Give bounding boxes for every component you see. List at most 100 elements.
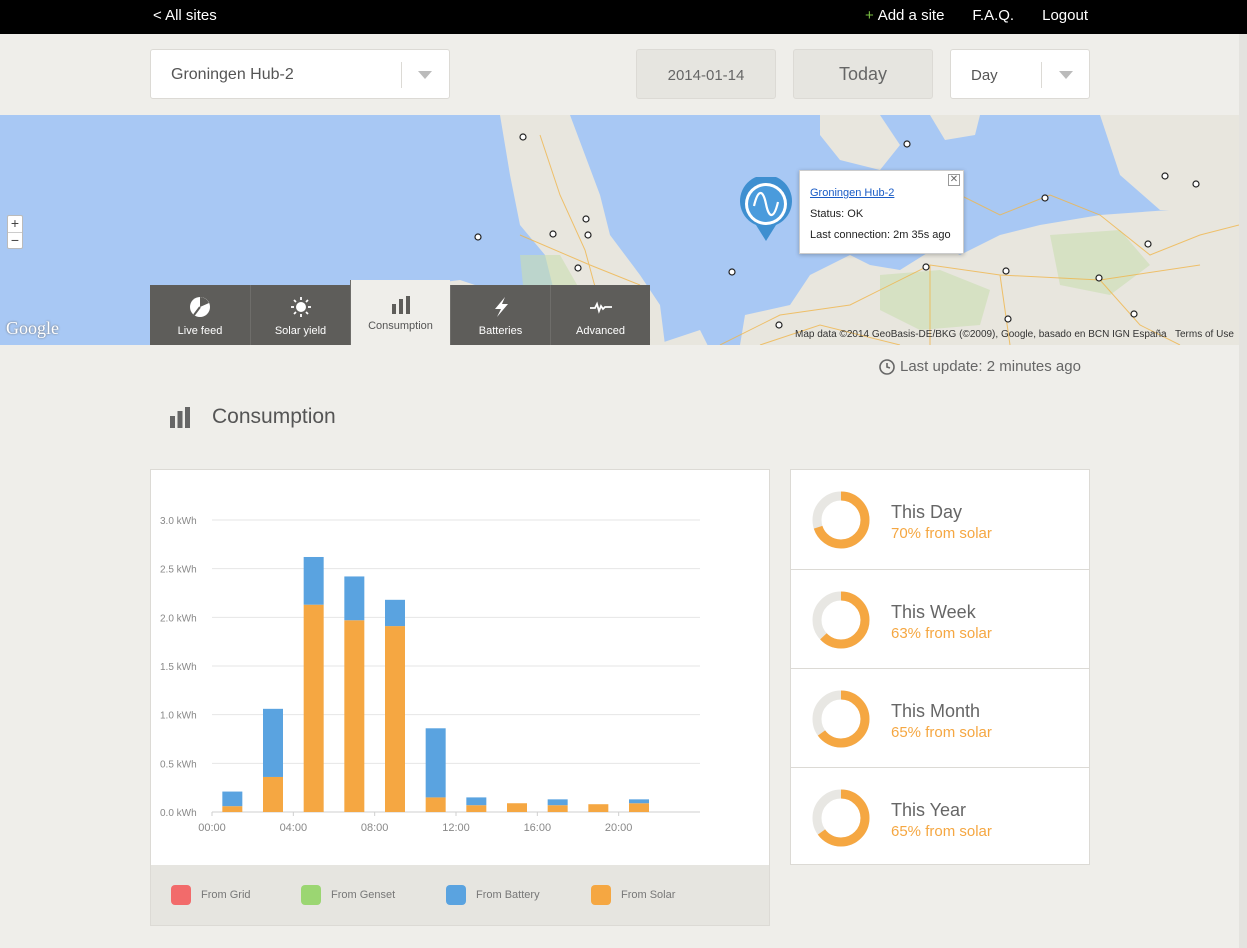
page-scrollbar[interactable] bbox=[1239, 34, 1247, 948]
stat-row: This Week 63% from solar bbox=[791, 569, 1089, 668]
popup-status: Status: OK bbox=[810, 208, 864, 220]
solar-share-stats: This Day 70% from solar This Week 63% from … bbox=[790, 469, 1090, 865]
clock-icon bbox=[879, 358, 895, 375]
stat-period: This Week bbox=[891, 602, 976, 622]
legend-swatch bbox=[591, 885, 611, 905]
stat-row: This Month 65% from solar bbox=[791, 668, 1089, 767]
close-icon[interactable]: ✕ bbox=[948, 174, 960, 186]
legend-item-solar[interactable]: From Solar bbox=[591, 885, 675, 905]
date-value: 2014-01-14 bbox=[667, 67, 745, 84]
bar-from-solar bbox=[263, 776, 283, 812]
plus-icon: + bbox=[864, 7, 874, 24]
donut-chart-icon bbox=[812, 491, 870, 549]
divider bbox=[1041, 62, 1042, 88]
faq-link[interactable]: F.A.Q. bbox=[972, 7, 1014, 24]
logout-link[interactable]: Logout bbox=[1042, 7, 1088, 24]
terms-of-use-link[interactable]: Terms of Use bbox=[1175, 329, 1234, 340]
stat-solar-share: 65% from solar bbox=[891, 823, 992, 840]
last-update-text: Last update: 2 minutes ago bbox=[900, 358, 1081, 375]
y-tick-label: 3.0 kWh bbox=[160, 516, 197, 527]
zoom-in-button[interactable]: + bbox=[8, 216, 22, 232]
tab-label: Live feed bbox=[177, 325, 223, 337]
bar-from-battery bbox=[344, 576, 365, 621]
bar-from-solar bbox=[344, 620, 365, 812]
chevron-down-icon[interactable] bbox=[418, 71, 432, 79]
period-select[interactable]: Day bbox=[950, 49, 1090, 99]
add-site-link[interactable]: + Add a site bbox=[865, 7, 944, 24]
legend-item-grid[interactable]: From Grid bbox=[171, 885, 251, 905]
x-tick-label: 00:00 bbox=[198, 822, 226, 834]
bar-from-battery bbox=[547, 799, 568, 806]
stat-row: This Day 70% from solar bbox=[791, 470, 1089, 569]
bar-from-solar bbox=[222, 806, 243, 812]
tab-solar-yield[interactable]: Solar yield bbox=[250, 285, 350, 345]
tab-label: Solar yield bbox=[274, 325, 327, 337]
stat-period: This Month bbox=[891, 701, 981, 721]
legend-swatch bbox=[301, 885, 321, 905]
section-header: Consumption bbox=[168, 405, 336, 429]
bar-from-battery bbox=[303, 556, 324, 605]
legend-label: From Grid bbox=[201, 889, 251, 901]
bar-from-solar bbox=[385, 626, 405, 812]
page-title: Consumption bbox=[212, 405, 336, 428]
zoom-out-button[interactable]: − bbox=[8, 232, 22, 248]
bar-from-solar bbox=[303, 604, 324, 812]
y-tick-label: 0.0 kWh bbox=[160, 808, 197, 819]
bar-from-battery bbox=[425, 728, 446, 798]
x-tick-label: 16:00 bbox=[524, 822, 552, 834]
tab-live-feed[interactable]: Live feed bbox=[150, 285, 250, 345]
stat-row: This Year 65% from solar bbox=[791, 767, 1089, 866]
tab-label: Consumption bbox=[368, 320, 433, 332]
site-marker-icon[interactable] bbox=[739, 177, 793, 243]
donut-chart-icon bbox=[812, 690, 870, 748]
stat-solar-share: 65% from solar bbox=[891, 724, 992, 741]
popup-last-connection: Last connection: 2m 35s ago bbox=[810, 229, 951, 241]
donut-chart-icon bbox=[812, 591, 870, 649]
site-select-value: Groningen Hub-2 bbox=[171, 66, 294, 83]
legend-label: From Battery bbox=[476, 889, 540, 901]
stat-period: This Year bbox=[891, 800, 967, 820]
lightning-icon bbox=[495, 297, 508, 317]
divider bbox=[401, 62, 402, 88]
bar-from-solar bbox=[547, 805, 568, 812]
stat-period: This Day bbox=[891, 502, 963, 522]
tab-label: Batteries bbox=[478, 325, 523, 337]
map-info-popup: Groningen Hub-2 Status: OK Last connecti… bbox=[799, 170, 964, 254]
bar-from-solar bbox=[588, 804, 609, 812]
legend-label: From Solar bbox=[621, 889, 676, 901]
add-site-label: Add a site bbox=[877, 7, 945, 24]
date-picker[interactable]: 2014-01-14 bbox=[636, 49, 776, 99]
tab-label: Advanced bbox=[576, 325, 625, 337]
tab-consumption[interactable]: Consumption bbox=[350, 280, 450, 345]
legend-item-battery[interactable]: From Battery bbox=[446, 885, 540, 905]
chevron-down-icon[interactable] bbox=[1059, 71, 1073, 79]
site-select[interactable]: Groningen Hub-2 bbox=[150, 49, 450, 99]
popup-site-link[interactable]: Groningen Hub-2 bbox=[810, 187, 894, 199]
chart-legend: From Grid From Genset From Battery From … bbox=[151, 865, 769, 925]
bar-from-solar bbox=[629, 803, 649, 812]
bar-from-battery bbox=[263, 708, 283, 777]
tab-advanced[interactable]: Advanced bbox=[550, 285, 650, 345]
x-tick-label: 08:00 bbox=[361, 822, 389, 834]
tab-batteries[interactable]: Batteries bbox=[450, 285, 550, 345]
map-attribution: Map data ©2014 GeoBasis-DE/BKG (©2009), … bbox=[795, 329, 1167, 340]
last-update: Last update: 2 minutes ago bbox=[879, 358, 1081, 375]
all-sites-link[interactable]: < All sites bbox=[153, 7, 217, 24]
stat-solar-share: 70% from solar bbox=[891, 525, 992, 542]
y-tick-label: 1.0 kWh bbox=[160, 711, 197, 722]
x-tick-label: 04:00 bbox=[280, 822, 308, 834]
sun-icon bbox=[291, 297, 311, 317]
bar-from-battery bbox=[222, 791, 243, 807]
period-select-value: Day bbox=[971, 67, 998, 84]
stat-solar-share: 63% from solar bbox=[891, 625, 992, 642]
legend-swatch bbox=[171, 885, 191, 905]
donut-chart-icon bbox=[812, 789, 870, 847]
consumption-chart-card: 0.0 kWh 0.5 kWh 1.0 kWh 1.5 kWh 2.0 kWh 2.5 k… bbox=[150, 469, 770, 926]
top-right-links: + Add a site F.A.Q. Logout bbox=[865, 7, 1088, 24]
bar-chart-icon bbox=[170, 407, 190, 428]
y-tick-label: 2.5 kWh bbox=[160, 565, 197, 576]
legend-item-genset[interactable]: From Genset bbox=[301, 885, 395, 905]
map-zoom-control: + − bbox=[7, 215, 23, 249]
today-button[interactable]: Today bbox=[793, 49, 933, 99]
x-tick-label: 20:00 bbox=[605, 822, 633, 834]
